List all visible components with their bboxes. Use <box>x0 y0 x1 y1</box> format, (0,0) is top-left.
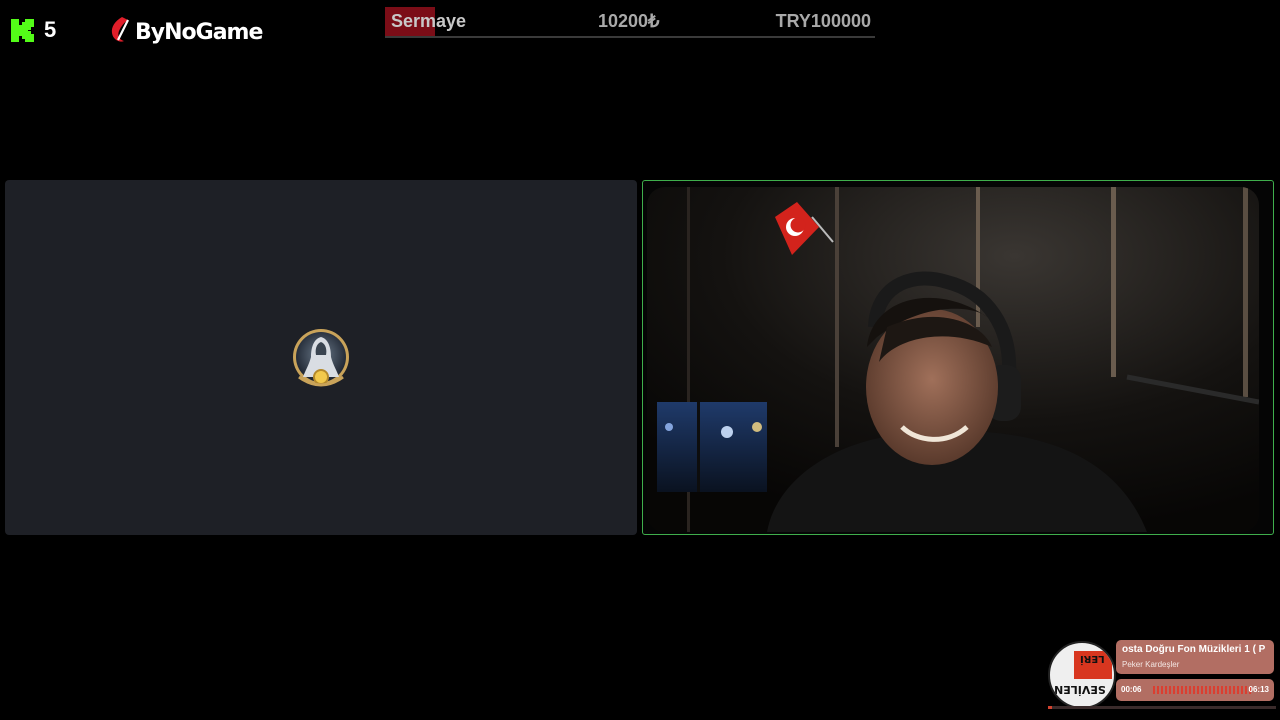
track-title: osta Doğru Fon Müzikleri 1 ( P <box>1122 644 1266 655</box>
capital-current-amount: 10200₺ <box>598 11 660 31</box>
track-progress-fill <box>1048 706 1052 709</box>
capital-progress-bar: Sermaye 10200₺ TRY100000 <box>385 7 875 38</box>
track-time-current: 00:06 <box>1121 685 1142 694</box>
now-playing-widget: LERİ SEVİLEN osta Doğru Fon Müzikleri 1 … <box>1046 638 1276 712</box>
bynogame-logo-icon <box>110 16 132 49</box>
audio-waveform-icon <box>1153 686 1253 694</box>
track-info-card: osta Doğru Fon Müzikleri 1 ( P Peker Kar… <box>1116 640 1274 674</box>
left-stream-panel <box>5 180 637 535</box>
track-artist: Peker Kardeşler <box>1122 660 1180 669</box>
kick-viewer-count: 5 <box>11 17 56 43</box>
track-progress-bar <box>1048 706 1276 709</box>
album-art-text: SEVİLEN <box>1054 683 1106 696</box>
capital-target-amount: TRY100000 <box>775 11 871 31</box>
track-time-total: 06:13 <box>1248 685 1269 694</box>
bynogame-logo: ByNoGame <box>110 16 263 49</box>
kick-logo-icon <box>11 18 34 42</box>
album-art: LERİ SEVİLEN <box>1048 641 1116 709</box>
capital-label: Sermaye <box>391 11 467 31</box>
hooded-figure-avatar-icon <box>291 327 351 391</box>
webcam-feed <box>647 187 1259 532</box>
webcam-frame <box>642 180 1274 535</box>
album-art-text-top: LERİ <box>1080 653 1105 664</box>
bynogame-brand-text: ByNoGame <box>135 20 263 45</box>
viewer-count: 5 <box>44 17 57 42</box>
track-progress-card: 00:06 06:13 <box>1116 679 1274 701</box>
